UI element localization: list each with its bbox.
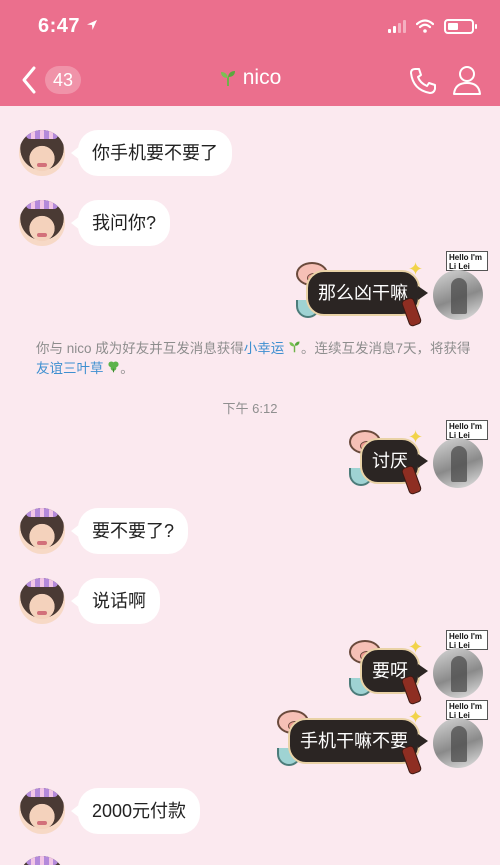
sprout-icon <box>289 341 300 353</box>
contact-avatar[interactable] <box>19 508 65 554</box>
chat-header: 6:47 43 nico <box>0 0 500 106</box>
signal-icon <box>388 19 406 33</box>
contact-avatar[interactable] <box>19 788 65 834</box>
my-avatar[interactable] <box>433 270 483 320</box>
location-arrow-icon <box>87 20 97 30</box>
contact-name: nico <box>242 66 282 89</box>
contact-avatar[interactable] <box>19 578 65 624</box>
sticker-label: Hello I'm Li Lei <box>446 700 488 720</box>
notice-text: 你与 nico 成为好友并互发消息获得 <box>36 341 244 356</box>
message-bubble-left[interactable]: 我问你? <box>70 200 171 246</box>
chat-timestamp: 下午 6:12 <box>222 401 278 416</box>
lucky-link[interactable]: 小幸运 <box>244 341 285 356</box>
sprout-icon <box>220 71 235 86</box>
phone-icon[interactable] <box>408 66 438 96</box>
contact-avatar[interactable] <box>19 856 65 865</box>
message-bubble-left[interactable]: 要不要了? <box>70 508 189 554</box>
contact-avatar[interactable] <box>19 130 65 176</box>
status-time: 6:47 <box>38 15 81 37</box>
my-avatar[interactable] <box>433 648 483 698</box>
message-bubble-left[interactable]: 说话啊 <box>71 578 160 624</box>
contact-title[interactable]: nico <box>219 66 282 90</box>
clover-icon <box>108 361 119 373</box>
battery-icon <box>444 18 477 34</box>
system-notice: 你与 nico 成为好友并互发消息获得小幸运 。连续互发消息7天，将获得友谊三叶… <box>36 339 476 379</box>
message-bubble-left[interactable]: 2000元付款 <box>70 788 201 834</box>
profile-icon[interactable] <box>452 64 482 96</box>
clover-link[interactable]: 友谊三叶草 <box>36 361 104 376</box>
message-bubble-left[interactable]: 你手机要不要了 <box>71 130 232 176</box>
notice-text: 。 <box>120 361 134 376</box>
contact-avatar[interactable] <box>19 200 65 246</box>
wifi-icon <box>416 19 434 33</box>
sticker-label: Hello I'm Li Lei <box>446 630 488 650</box>
status-indicators <box>388 18 477 34</box>
sticker-label: Hello I'm Li Lei <box>446 420 488 440</box>
sticker-label: Hello I'm Li Lei <box>446 251 488 271</box>
message-bubble-right[interactable]: 手机干嘛不要 <box>288 718 428 764</box>
notice-text: 。连续互发消息7天，将获得 <box>301 341 471 356</box>
my-avatar[interactable] <box>433 438 483 488</box>
my-avatar[interactable] <box>433 718 483 768</box>
